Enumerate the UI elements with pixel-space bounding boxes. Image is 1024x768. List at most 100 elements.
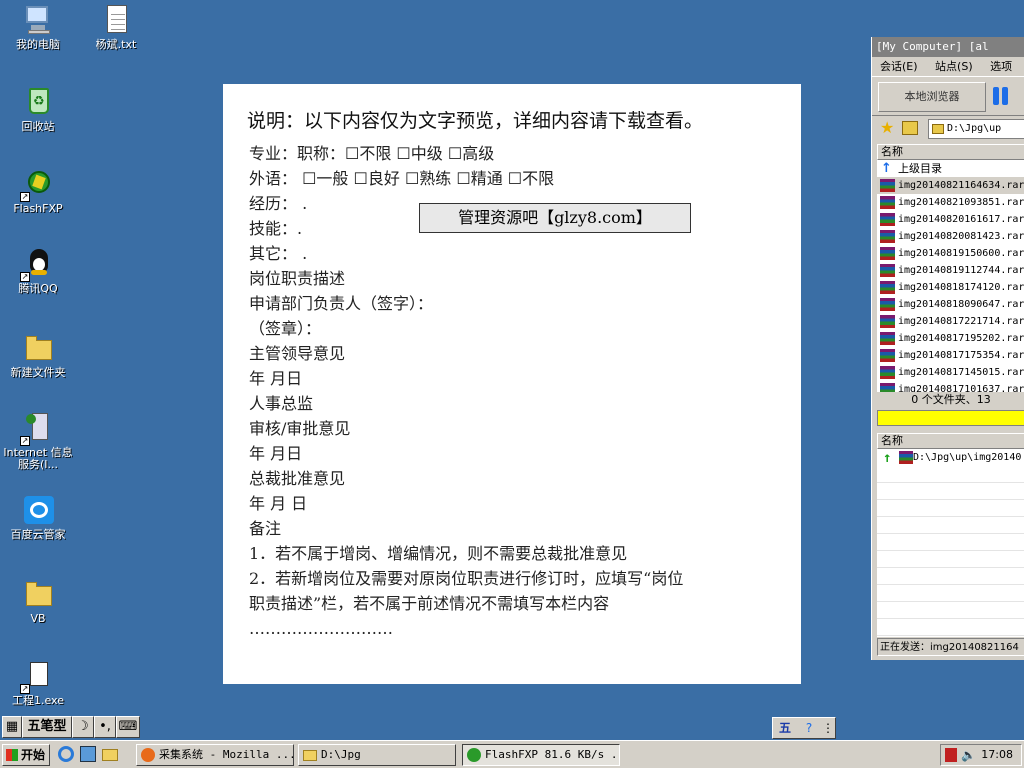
task-firefox[interactable]: 采集系统 - Mozilla ... — [136, 744, 294, 766]
favorites-star-icon[interactable]: ★ — [880, 120, 894, 136]
column-header-name[interactable]: 名称 — [877, 144, 1024, 160]
tray-app-icon[interactable] — [945, 748, 957, 762]
list-item-parent-dir[interactable]: ↑ 上级目录 — [877, 160, 1024, 177]
flashfxp-icon: ↗ — [20, 168, 54, 202]
show-desktop-icon[interactable] — [80, 746, 98, 764]
file-name: img20140820081423.rar — [898, 231, 1024, 242]
rar-file-icon — [880, 298, 895, 311]
file-name: img20140818174120.rar — [898, 282, 1024, 293]
task-folder[interactable]: D:\Jpg — [298, 744, 456, 766]
document-line: 主管领导意见 — [249, 344, 346, 363]
folder-icon — [932, 124, 944, 134]
rar-file-icon — [880, 196, 895, 209]
list-item[interactable]: img20140817175354.rar — [877, 347, 1024, 364]
list-item[interactable]: img20140820161617.rar — [877, 211, 1024, 228]
desktop-icon-label: 工程1.exe — [11, 694, 64, 707]
help-icon[interactable]: ? — [797, 718, 821, 738]
flashfxp-window: [My Computer] [al 会话(E) 站点(S) 选项 本地浏览器 ★… — [871, 37, 1024, 660]
desktop-icon-recycle-bin[interactable]: ♻ 回收站 — [0, 86, 76, 133]
desktop-icon-new-folder[interactable]: 新建文件夹 — [0, 332, 76, 379]
options-arrow-icon[interactable]: ⋮ — [821, 718, 835, 738]
file-list[interactable]: ↑ 上级目录 img20140821164634.rar img20140821… — [877, 160, 1024, 392]
desktop-icon-label: 百度云管家 — [10, 528, 66, 541]
document-line: 审核/审批意见 — [249, 419, 351, 438]
system-tray: 🔈 17:08 — [940, 744, 1022, 766]
menu-bar: 会话(E) 站点(S) 选项 — [872, 57, 1024, 76]
list-item[interactable]: img20140818174120.rar — [877, 279, 1024, 296]
ime-width-toggle[interactable]: ☽ — [72, 716, 94, 738]
ime-punct-toggle[interactable]: •, — [94, 716, 116, 738]
path-value: D:\Jpg\up — [947, 123, 1002, 134]
desktop-icon-exe[interactable]: ↗ 工程1.exe — [0, 660, 76, 707]
sending-status: 正在发送：img20140821164 — [877, 638, 1024, 656]
desktop-icon-vb-folder[interactable]: VB — [0, 578, 76, 625]
input-method-icon[interactable]: 五 — [773, 718, 797, 738]
ime-mode[interactable]: 五笔型 — [22, 716, 72, 738]
pause-icon[interactable] — [990, 85, 1012, 107]
menu-options[interactable]: 选项 — [990, 60, 1012, 73]
list-item[interactable]: img20140821093851.rar — [877, 194, 1024, 211]
ime-logo-icon[interactable]: ▦ — [2, 716, 22, 738]
file-name: img20140817195202.rar — [898, 333, 1024, 344]
desktop-icon-label: 杨斌.txt — [95, 38, 137, 51]
path-combobox[interactable]: D:\Jpg\up — [928, 119, 1024, 139]
start-button[interactable]: 开始 — [2, 744, 50, 766]
list-item[interactable]: img20140819150600.rar — [877, 245, 1024, 262]
list-item[interactable]: img20140817221714.rar — [877, 313, 1024, 330]
path-toolbar: ★ D:\Jpg\up — [872, 116, 1024, 142]
desktop-icon-label: 我的电脑 — [16, 38, 60, 51]
queue-grid — [877, 449, 1024, 637]
list-item[interactable]: img20140818090647.rar — [877, 296, 1024, 313]
executable-icon: ↗ — [20, 660, 54, 694]
list-item[interactable]: img20140817195202.rar — [877, 330, 1024, 347]
file-name: img20140817145015.rar — [898, 367, 1024, 378]
queue-item-path: D:\Jpg\up\img20140 — [913, 452, 1022, 463]
list-item[interactable]: img20140817145015.rar — [877, 364, 1024, 381]
document-line: 年 月日 — [249, 369, 303, 388]
file-name: img20140821164634.rar — [898, 180, 1024, 191]
computer-icon — [22, 4, 54, 36]
local-browser-button[interactable]: 本地浏览器 — [878, 82, 986, 112]
toolbar: 本地浏览器 — [872, 76, 1024, 116]
document-line: 年 月日 — [249, 444, 303, 463]
desktop-icon-flashfxp[interactable]: ↗ FlashFXP — [0, 168, 76, 215]
rar-file-icon — [880, 366, 895, 379]
rar-file-icon — [880, 315, 895, 328]
recycle-bin-icon: ♻ — [22, 86, 54, 118]
file-name: img20140818090647.rar — [898, 299, 1024, 310]
folder-status: 0 个文件夹、13 — [911, 393, 991, 406]
explorer-folder-icon[interactable] — [102, 746, 120, 764]
desktop-icon-baidu-cloud[interactable]: 百度云管家 — [0, 494, 76, 541]
task-flashfxp[interactable]: FlashFXP 81.6 KB/s ... — [462, 744, 620, 766]
document-line: 专业：职称：☐不限 ☐中级 ☐高级 — [249, 144, 495, 163]
file-name: img20140817101637.rar — [898, 384, 1024, 392]
document-line: 总裁批准意见 — [249, 469, 346, 488]
file-name: img20140820161617.rar — [898, 214, 1024, 225]
desktop-icon-text-file[interactable]: 杨斌.txt — [78, 4, 154, 51]
up-folder-icon[interactable] — [902, 121, 918, 135]
list-item[interactable]: img20140821164634.rar — [877, 177, 1024, 194]
file-name: img20140819150600.rar — [898, 248, 1024, 259]
desktop-icon-qq[interactable]: ↗ 腾讯QQ — [0, 248, 76, 295]
menu-session[interactable]: 会话(E) — [880, 60, 918, 73]
queue-item[interactable]: ↑ D:\Jpg\up\img20140 — [877, 449, 1024, 467]
clock[interactable]: 17:08 — [981, 745, 1013, 765]
keyboard-icon[interactable]: ⌨ — [116, 716, 140, 738]
list-item[interactable]: img20140820081423.rar — [877, 228, 1024, 245]
ie-icon[interactable] — [58, 746, 76, 764]
list-item[interactable]: img20140819112744.rar — [877, 262, 1024, 279]
volume-icon[interactable]: 🔈 — [961, 745, 976, 765]
title-text: [My Computer] [al — [876, 40, 989, 53]
desktop-icon-my-computer[interactable]: 我的电脑 — [0, 4, 76, 51]
window-title[interactable]: [My Computer] [al — [872, 37, 1024, 57]
file-name: img20140817221714.rar — [898, 316, 1024, 327]
desktop-icon-label: 回收站 — [21, 120, 55, 133]
watermark-banner: 管理资源吧【glzy8.com】 — [419, 203, 691, 233]
list-item[interactable]: img20140817101637.rar — [877, 381, 1024, 392]
queue-column-header[interactable]: 名称 — [877, 433, 1024, 449]
menu-sites[interactable]: 站点(S) — [935, 60, 973, 73]
rar-file-icon — [899, 451, 913, 464]
document-line: 外语： ☐一般 ☐良好 ☐熟练 ☐精通 ☐不限 — [249, 169, 555, 188]
document-line: 2．若新增岗位及需要对原岗位职责进行修订时，应填写“岗位 — [249, 569, 684, 588]
desktop-icon-iis[interactable]: ↗ Internet 信息服务(I... — [0, 412, 76, 471]
